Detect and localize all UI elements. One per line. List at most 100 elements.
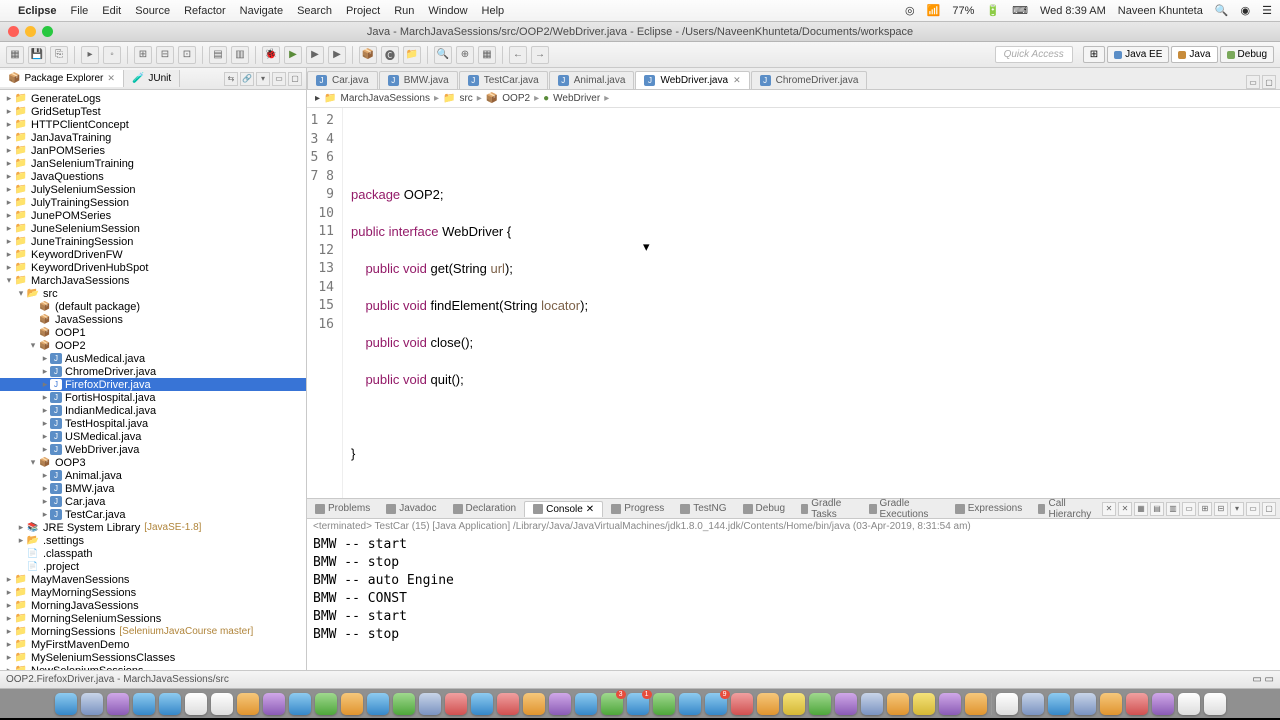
collapse-all-button[interactable]: ⇆ (224, 72, 238, 86)
dock-app[interactable] (393, 693, 415, 715)
tree-item[interactable]: ▾MarchJavaSessions (0, 274, 306, 287)
menu-run[interactable]: Run (394, 5, 414, 17)
dock-app[interactable] (445, 693, 467, 715)
dock-finder[interactable] (55, 693, 77, 715)
console-toolbar-button[interactable]: ▦ (1134, 502, 1148, 516)
console-output[interactable]: BMW -- start BMW -- stop BMW -- auto Eng… (307, 534, 1280, 670)
tree-item[interactable]: ▸TestHospital.java (0, 417, 306, 430)
dock-app[interactable]: 3 (601, 693, 623, 715)
tree-item[interactable]: ▸GridSetupTest (0, 105, 306, 118)
maximize-view-button[interactable]: ▢ (288, 72, 302, 86)
tree-item[interactable]: ▸HTTPClientConcept (0, 118, 306, 131)
dock-app[interactable] (471, 693, 493, 715)
dock-app[interactable] (1022, 693, 1044, 715)
tool-button[interactable]: ▥ (231, 46, 249, 64)
tree-item[interactable]: ▸.settings (0, 534, 306, 547)
dock-app[interactable] (159, 693, 181, 715)
dock-app[interactable] (367, 693, 389, 715)
bottom-tab-problems[interactable]: Problems (307, 501, 378, 516)
menu-search[interactable]: Search (297, 5, 332, 17)
dock-app[interactable] (185, 693, 207, 715)
menu-source[interactable]: Source (135, 5, 170, 17)
tree-item[interactable]: ▸JulySeleniumSession (0, 183, 306, 196)
dock-app[interactable] (835, 693, 857, 715)
dock-app[interactable] (315, 693, 337, 715)
tree-item[interactable]: .classpath (0, 547, 306, 560)
dock-app[interactable] (419, 693, 441, 715)
dock-eclipse[interactable] (549, 693, 571, 715)
save-button[interactable]: 💾 (28, 46, 46, 64)
tree-item[interactable]: ▸JanPOMSeries (0, 144, 306, 157)
dock-trash[interactable] (1204, 693, 1226, 715)
tree-item[interactable]: ▾src (0, 287, 306, 300)
quick-access-input[interactable]: Quick Access (995, 46, 1073, 63)
dock-slack[interactable] (939, 693, 961, 715)
tree-item[interactable]: ▸JuneTrainingSession (0, 235, 306, 248)
dock-app[interactable] (1074, 693, 1096, 715)
bottom-tab-testng[interactable]: TestNG (672, 501, 734, 516)
tree-item[interactable]: ▸JuneSeleniumSession (0, 222, 306, 235)
zoom-window-button[interactable] (42, 26, 53, 37)
dock-app[interactable] (653, 693, 675, 715)
dock-app[interactable] (965, 693, 987, 715)
notification-icon[interactable]: ☰ (1262, 4, 1272, 17)
close-icon[interactable]: ✕ (733, 75, 741, 86)
bottom-tab-declaration[interactable]: Declaration (445, 501, 525, 516)
battery-icon[interactable]: 🔋 (986, 4, 1000, 17)
perspective-java[interactable]: Java (1171, 46, 1217, 63)
tree-item[interactable]: ▸JanJavaTraining (0, 131, 306, 144)
dock-app[interactable] (1100, 693, 1122, 715)
dock-chrome2[interactable] (913, 693, 935, 715)
forward-button[interactable]: → (531, 46, 549, 64)
tree-item[interactable]: ▾OOP3 (0, 456, 306, 469)
tree-item[interactable]: ▸ChromeDriver.java (0, 365, 306, 378)
menu-edit[interactable]: Edit (102, 5, 121, 17)
tool-button[interactable]: ▤ (209, 46, 227, 64)
editor-tab[interactable]: JWebDriver.java✕ (635, 71, 749, 89)
dock-app[interactable] (237, 693, 259, 715)
junit-tab[interactable]: 🧪 JUnit (124, 70, 180, 87)
tool-button[interactable]: ▦ (478, 46, 496, 64)
close-icon[interactable]: ✕ (586, 504, 594, 515)
user-name[interactable]: Naveen Khunteta (1118, 5, 1203, 17)
tree-item[interactable]: ▸WebDriver.java (0, 443, 306, 456)
menu-file[interactable]: File (71, 5, 89, 17)
tree-item[interactable]: ▸JulyTrainingSession (0, 196, 306, 209)
console-toolbar-button[interactable]: ✕ (1118, 502, 1132, 516)
open-perspective-button[interactable]: ⊞ (1083, 46, 1105, 63)
tree-item[interactable]: ▸BMW.java (0, 482, 306, 495)
dock-word[interactable] (679, 693, 701, 715)
tool-button[interactable]: ⊕ (456, 46, 474, 64)
new-package-button[interactable]: 📦 (359, 46, 377, 64)
maximize-editor-button[interactable]: ▢ (1262, 75, 1276, 89)
dock-app[interactable] (1126, 693, 1148, 715)
tree-item[interactable]: ▸JunePOMSeries (0, 209, 306, 222)
tool-button[interactable]: ◦ (103, 46, 121, 64)
bottom-tab-console[interactable]: Console ✕ (524, 501, 603, 517)
tool-button[interactable]: 📁 (403, 46, 421, 64)
console-toolbar-button[interactable]: ▭ (1182, 502, 1196, 516)
close-window-button[interactable] (8, 26, 19, 37)
minimize-window-button[interactable] (25, 26, 36, 37)
tree-item[interactable]: ▸MorningSeleniumSessions (0, 612, 306, 625)
tree-item[interactable]: ▸Animal.java (0, 469, 306, 482)
tree-item[interactable]: ▸Car.java (0, 495, 306, 508)
tree-item[interactable]: ▸NewSeleniumSessions (0, 664, 306, 670)
spotlight-icon[interactable]: 🔍 (1215, 4, 1229, 17)
console-toolbar-button[interactable]: ✕ (1102, 502, 1116, 516)
editor-tab[interactable]: JBMW.java (379, 71, 458, 89)
dock-app[interactable] (523, 693, 545, 715)
package-explorer-tab[interactable]: 📦 Package Explorer ✕ (0, 70, 124, 87)
dock-app[interactable] (575, 693, 597, 715)
tree-item[interactable]: ▸IndianMedical.java (0, 404, 306, 417)
wifi-icon[interactable]: 📶 (927, 4, 941, 17)
tool-button[interactable]: ⊟ (156, 46, 174, 64)
tree-item[interactable]: ▸USMedical.java (0, 430, 306, 443)
console-toolbar-button[interactable]: ▾ (1230, 502, 1244, 516)
tree-item[interactable]: OOP1 (0, 326, 306, 339)
console-toolbar-button[interactable]: ▥ (1166, 502, 1180, 516)
console-toolbar-button[interactable]: ▤ (1150, 502, 1164, 516)
dock-app[interactable] (887, 693, 909, 715)
dock-app[interactable] (861, 693, 883, 715)
editor-tab[interactable]: JCar.java (307, 71, 378, 89)
